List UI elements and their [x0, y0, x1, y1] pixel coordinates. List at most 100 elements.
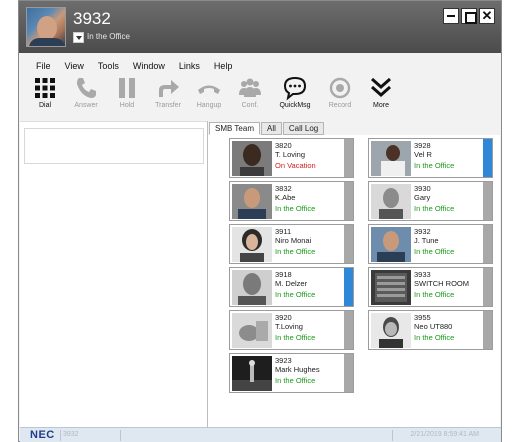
nec-logo: NEC	[30, 429, 55, 441]
quickmsg-label: QuickMsg	[279, 102, 311, 109]
presence-indicator	[483, 225, 492, 263]
record-icon	[329, 77, 351, 99]
status-datetime: 2/21/2019 8:59:41 AM	[410, 431, 480, 438]
tab-all[interactable]: All	[260, 122, 282, 135]
hold-button[interactable]: Hold	[109, 75, 145, 117]
contact-card[interactable]: 3933 SWITCH ROOM In the Office	[368, 267, 493, 307]
contact-name: SWITCH ROOM	[414, 279, 469, 288]
menu-links[interactable]: Links	[172, 59, 207, 75]
contact-photo	[371, 313, 411, 348]
contact-card[interactable]: 3932 J. Tune In the Office	[368, 224, 493, 264]
contact-card[interactable]: 3918 M. Delzer In the Office	[229, 267, 354, 307]
presence-indicator	[344, 268, 353, 306]
menu-file[interactable]: File	[29, 59, 58, 75]
tab-smb-team[interactable]: SMB Team	[209, 122, 260, 135]
more-button[interactable]: More	[363, 75, 399, 117]
contact-status: In the Office	[414, 204, 455, 213]
contact-card[interactable]: 3920 T.Loving In the Office	[229, 310, 354, 350]
contact-photo	[371, 141, 411, 176]
presence-indicator	[483, 268, 492, 306]
title-bar[interactable]: 3932 In the Office ✕	[19, 1, 501, 53]
app-window: 3932 In the Office ✕ File View Tools Win…	[18, 0, 502, 442]
presence-indicator	[483, 139, 492, 177]
conference-button[interactable]: Conf.	[232, 75, 268, 117]
contact-status: In the Office	[414, 161, 455, 170]
contact-card[interactable]: 3923 Mark Hughes In the Office	[229, 353, 354, 393]
more-label: More	[373, 102, 389, 109]
contact-card[interactable]: 3832 K.Abe In the Office	[229, 181, 354, 221]
phone-icon	[77, 78, 96, 98]
menu-view[interactable]: View	[58, 59, 91, 75]
maximize-button[interactable]	[461, 8, 477, 24]
contact-photo	[371, 227, 411, 262]
quickmsg-button[interactable]: QuickMsg	[273, 75, 317, 117]
contact-photo	[232, 227, 272, 262]
menu-help[interactable]: Help	[207, 59, 240, 75]
tab-call-log[interactable]: Call Log	[282, 122, 325, 135]
user-status[interactable]: In the Office	[87, 32, 130, 41]
status-separator	[60, 430, 61, 441]
minimize-button[interactable]	[443, 8, 459, 24]
avatar-shirt	[29, 38, 65, 46]
presence-indicator	[344, 354, 353, 392]
contact-name: Gary	[414, 193, 431, 202]
record-label: Record	[328, 102, 352, 109]
status-bar: NEC 3932 2/21/2019 8:59:41 AM	[20, 427, 501, 442]
contact-name: Mark Hughes	[275, 365, 320, 374]
contact-card[interactable]: 3928 Vel R In the Office	[368, 138, 493, 178]
status-extension: 3932	[63, 431, 79, 438]
hold-label: Hold	[119, 102, 135, 109]
user-avatar[interactable]	[26, 7, 66, 47]
presence-indicator	[344, 182, 353, 220]
menu-window[interactable]: Window	[126, 59, 172, 75]
contact-status: In the Office	[414, 333, 455, 342]
contact-photo	[232, 270, 272, 305]
menu-tools[interactable]: Tools	[91, 59, 126, 75]
hangup-button[interactable]: Hangup	[191, 75, 227, 117]
contact-extension: 3923	[275, 356, 292, 365]
contact-name: J. Tune	[414, 236, 439, 245]
contact-status: In the Office	[275, 333, 316, 342]
contact-name: T.Loving	[275, 322, 303, 331]
chat-bubble-icon	[283, 76, 307, 101]
transfer-button[interactable]: Transfer	[150, 75, 186, 117]
contact-extension: 3832	[275, 184, 292, 193]
record-button[interactable]: Record	[322, 75, 358, 117]
conference-label: Conf.	[241, 102, 259, 109]
presence-indicator	[344, 139, 353, 177]
hangup-icon	[198, 85, 220, 94]
hangup-label: Hangup	[196, 102, 222, 109]
contact-extension: 3930	[414, 184, 431, 193]
contact-card[interactable]: 3911 Niro Monai In the Office	[229, 224, 354, 264]
contact-name: M. Delzer	[275, 279, 308, 288]
answer-label: Answer	[74, 102, 98, 109]
dial-button[interactable]: Dial	[27, 75, 63, 117]
contact-card[interactable]: 3820 T. Loving On Vacation	[229, 138, 354, 178]
contact-photo	[371, 184, 411, 219]
contact-card[interactable]: 3930 Gary In the Office	[368, 181, 493, 221]
presence-indicator	[344, 311, 353, 349]
contact-photo	[232, 141, 272, 176]
contact-extension: 3932	[414, 227, 431, 236]
contact-name: K.Abe	[275, 193, 296, 202]
close-button[interactable]: ✕	[479, 8, 495, 24]
contact-extension: 3955	[414, 313, 431, 322]
contact-card[interactable]: 3955 Neo UT880 In the Office	[368, 310, 493, 350]
toolbar: Dial Answer Hold Transfer Hangup Conf. Q…	[19, 75, 501, 117]
left-panel	[20, 121, 207, 427]
pause-icon	[119, 78, 135, 98]
dial-label: Dial	[38, 102, 52, 109]
status-dropdown-icon[interactable]	[73, 32, 84, 43]
status-separator	[392, 430, 393, 441]
presence-indicator	[483, 182, 492, 220]
conference-icon	[239, 78, 261, 97]
left-panel-field[interactable]	[24, 128, 204, 164]
contact-status: In the Office	[275, 376, 316, 385]
contact-name: Vel R	[414, 150, 432, 159]
contact-grid: 3820 T. Loving On Vacation 3928 Vel R In…	[208, 135, 500, 427]
presence-indicator	[483, 311, 492, 349]
contact-status: In the Office	[275, 290, 316, 299]
answer-button[interactable]: Answer	[68, 75, 104, 117]
window-controls: ✕	[443, 8, 495, 24]
contact-photo	[232, 356, 272, 391]
